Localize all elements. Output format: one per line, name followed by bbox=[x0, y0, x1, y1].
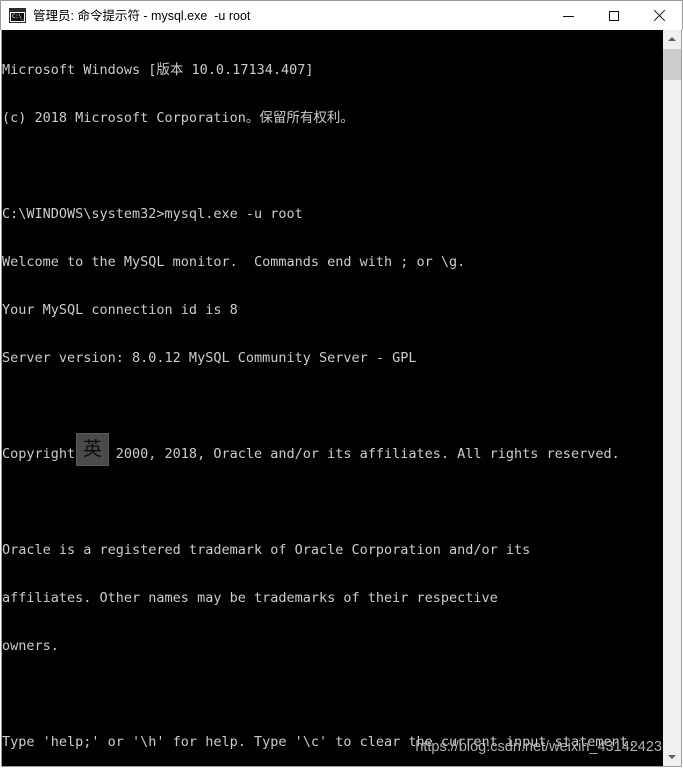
cmd-console-icon: C:\_ bbox=[9, 8, 26, 23]
minimize-icon bbox=[563, 15, 574, 17]
console-line: Server version: 8.0.12 MySQL Community S… bbox=[2, 350, 417, 366]
title-bar[interactable]: C:\_ 管理员: 命令提示符 - mysql.exe -u root bbox=[0, 0, 683, 30]
watermark-url: https://blog.csdn.net/weixin_43142423 bbox=[415, 739, 662, 755]
icon-screen-glyph: C:\_ bbox=[11, 13, 24, 21]
console-output-area[interactable]: Microsoft Windows [版本 10.0.17134.407] (c… bbox=[1, 30, 682, 767]
scroll-down-button[interactable] bbox=[663, 748, 681, 766]
window-title: 管理员: 命令提示符 - mysql.exe -u root bbox=[33, 8, 251, 23]
maximize-button[interactable] bbox=[591, 2, 636, 30]
minimize-button[interactable] bbox=[546, 2, 591, 30]
console-line: C:\WINDOWS\system32>mysql.exe -u root bbox=[2, 206, 303, 222]
ime-mode-label: 英 bbox=[82, 438, 102, 460]
close-button[interactable] bbox=[636, 2, 681, 30]
console-line: affiliates. Other names may be trademark… bbox=[2, 590, 498, 606]
console-text-buffer: Microsoft Windows [版本 10.0.17134.407] (c… bbox=[2, 30, 664, 766]
close-icon bbox=[653, 10, 665, 22]
console-line: Microsoft Windows [版本 10.0.17134.407] bbox=[2, 62, 314, 78]
console-line: owners. bbox=[2, 638, 59, 654]
scroll-up-button[interactable] bbox=[663, 30, 681, 48]
window-controls bbox=[546, 2, 681, 30]
console-line: (c) 2018 Microsoft Corporation。保留所有权利。 bbox=[2, 110, 354, 126]
console-window: C:\_ 管理员: 命令提示符 - mysql.exe -u root Micr… bbox=[0, 0, 683, 768]
chevron-up-icon bbox=[668, 37, 676, 41]
icon-title-strip bbox=[10, 9, 25, 12]
chevron-down-icon bbox=[668, 755, 676, 759]
console-line: Your MySQL connection id is 8 bbox=[2, 302, 238, 318]
scrollbar-thumb[interactable] bbox=[663, 49, 681, 80]
console-line: Welcome to the MySQL monitor. Commands e… bbox=[2, 254, 466, 270]
maximize-icon bbox=[608, 11, 619, 21]
vertical-scrollbar[interactable] bbox=[663, 30, 682, 767]
ime-mode-indicator: 英 bbox=[76, 433, 109, 466]
console-line: Oracle is a registered trademark of Orac… bbox=[2, 542, 531, 558]
